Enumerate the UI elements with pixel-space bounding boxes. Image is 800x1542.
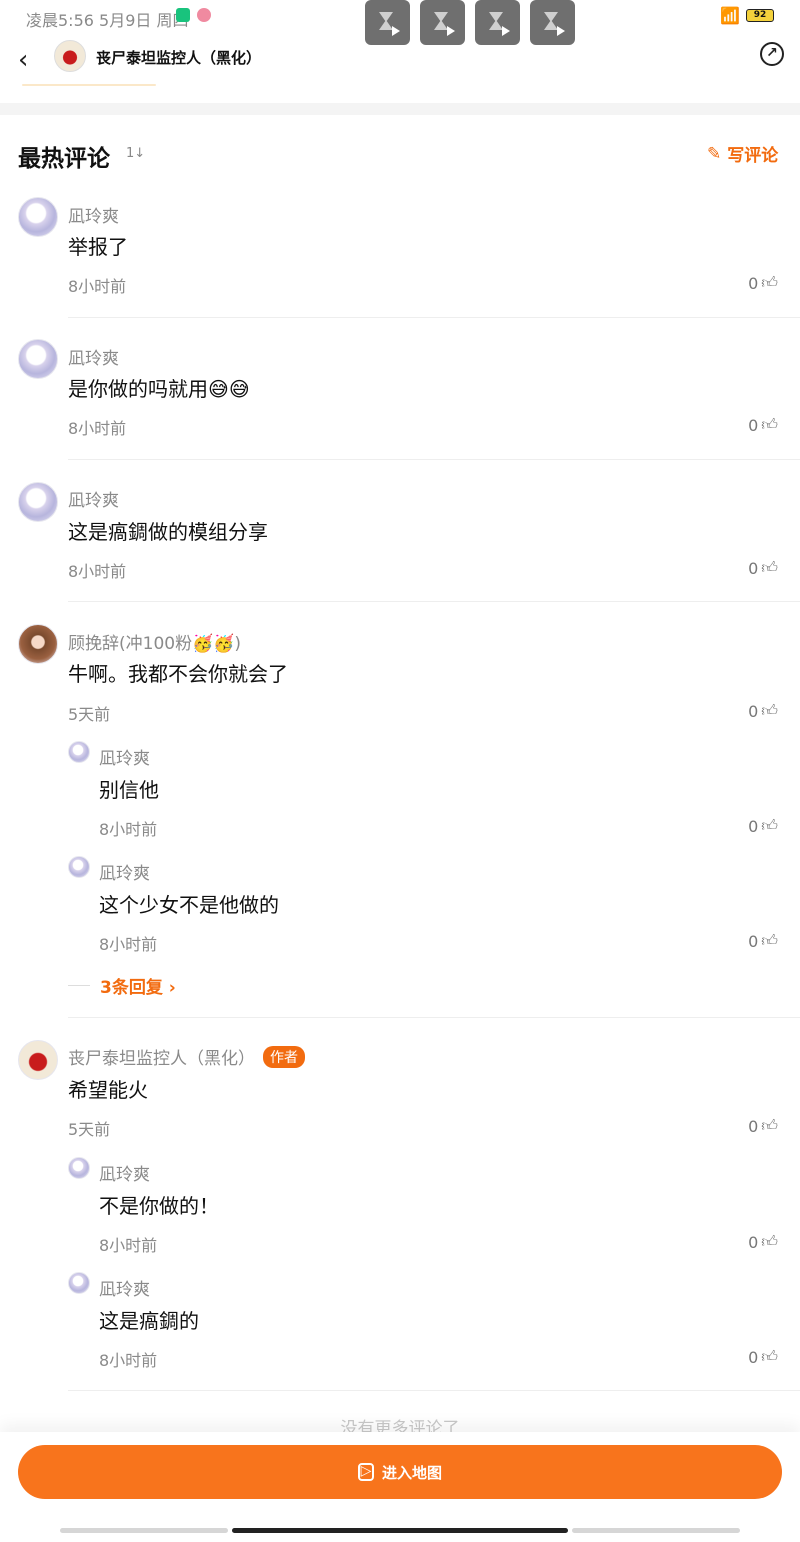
avatar[interactable] bbox=[68, 1272, 90, 1294]
reply-username[interactable]: 凪玲爽 bbox=[99, 1275, 150, 1300]
comment-time: 8小时前 bbox=[68, 277, 127, 296]
like-count: 0 bbox=[748, 1116, 759, 1136]
like-button[interactable]: 0 👍︎ bbox=[748, 931, 778, 951]
thumbs-up-icon: 👍︎ bbox=[761, 931, 778, 950]
reply-time: 8小时前 bbox=[99, 1351, 158, 1370]
author-badge: 作者 bbox=[263, 1046, 305, 1068]
divider bbox=[68, 985, 90, 986]
comment-username[interactable]: 顾挽辞(冲100粉🥳🥳) bbox=[68, 629, 241, 654]
like-button[interactable]: 0 👍︎ bbox=[748, 816, 778, 836]
thumbs-up-icon: 👍︎ bbox=[761, 816, 778, 835]
enter-map-button[interactable]: ▷ 进入地图 bbox=[18, 1445, 782, 1499]
gesture-bar-center[interactable] bbox=[232, 1528, 568, 1533]
avatar[interactable] bbox=[68, 1157, 90, 1179]
reply-username[interactable]: 凪玲爽 bbox=[99, 1160, 150, 1185]
comment-text: 这是瘑錭做的模组分享 bbox=[68, 520, 268, 544]
comment-username[interactable]: 凪玲爽 bbox=[68, 344, 119, 369]
gesture-bar-right bbox=[572, 1528, 740, 1533]
reply-text: 别信他 bbox=[99, 778, 159, 802]
divider bbox=[68, 459, 800, 460]
divider bbox=[68, 601, 800, 602]
divider bbox=[68, 1017, 800, 1018]
like-button[interactable]: 0 👍︎ bbox=[748, 558, 778, 578]
reply-text: 这是瘑錭的 bbox=[99, 1309, 199, 1333]
avatar[interactable] bbox=[18, 339, 58, 379]
like-button[interactable]: 0 👍︎ bbox=[748, 1116, 778, 1136]
comment-time: 8小时前 bbox=[68, 562, 127, 581]
more-replies-link[interactable]: 3条回复 › bbox=[68, 973, 176, 998]
comment-text: 是你做的吗就用😅😅 bbox=[68, 377, 250, 401]
comment-time: 8小时前 bbox=[68, 419, 127, 438]
battery-icon: 92 bbox=[746, 9, 774, 22]
thumbs-up-icon: 👍︎ bbox=[761, 1116, 778, 1135]
like-count: 0 bbox=[748, 558, 759, 578]
page-title: 丧尸泰坦监控人（黑化） bbox=[96, 49, 262, 67]
write-comment-label: 写评论 bbox=[727, 146, 779, 166]
wifi-icon: 📶 bbox=[720, 6, 740, 25]
comment-time: 5天前 bbox=[68, 1120, 111, 1139]
reply-username[interactable]: 凪玲爽 bbox=[99, 744, 150, 769]
comment-text: 牛啊。我都不会你就会了 bbox=[68, 662, 288, 686]
thumbs-up-icon: 👍︎ bbox=[761, 558, 778, 577]
reply-text: 这个少女不是他做的 bbox=[99, 893, 279, 917]
divider bbox=[68, 317, 800, 318]
gesture-bar-left bbox=[60, 1528, 228, 1533]
more-replies-label: 3条回复 › bbox=[100, 978, 176, 998]
like-button[interactable]: 0 👍︎ bbox=[748, 1232, 778, 1252]
write-comment-button[interactable]: ✎ 写评论 bbox=[707, 141, 779, 167]
comment-username: 丧尸泰坦监控人（黑化） 作者 bbox=[68, 1044, 305, 1069]
reply-time: 8小时前 bbox=[99, 820, 158, 839]
reply-text: 不是你做的！ bbox=[99, 1194, 219, 1218]
section-separator bbox=[0, 103, 800, 115]
enter-map-label: 进入地图 bbox=[381, 1463, 442, 1482]
thumbs-up-icon: 👍︎ bbox=[761, 1232, 778, 1251]
divider bbox=[22, 84, 156, 86]
divider bbox=[68, 1390, 800, 1391]
like-button[interactable]: 0 👍︎ bbox=[748, 701, 778, 721]
comment-time: 5天前 bbox=[68, 705, 111, 724]
avatar[interactable] bbox=[18, 482, 58, 522]
avatar[interactable] bbox=[54, 40, 86, 72]
status-time: 凌晨5:56 5月9日 周四 bbox=[26, 11, 189, 30]
reply-time: 8小时前 bbox=[99, 1236, 158, 1255]
like-count: 0 bbox=[748, 415, 759, 435]
top-nav: ‹ 丧尸泰坦监控人（黑化） ↗ bbox=[0, 38, 800, 80]
thumbs-up-icon: 👍︎ bbox=[761, 273, 778, 292]
reply-username[interactable]: 凪玲爽 bbox=[99, 859, 150, 884]
avatar[interactable] bbox=[18, 624, 58, 664]
comment-text: 举报了 bbox=[68, 235, 128, 259]
like-count: 0 bbox=[748, 816, 759, 836]
back-icon[interactable]: ‹ bbox=[18, 45, 28, 75]
reply-time: 8小时前 bbox=[99, 935, 158, 954]
pen-icon: ✎ bbox=[707, 143, 722, 164]
like-count: 0 bbox=[748, 931, 759, 951]
app-notification-icon-2 bbox=[197, 8, 211, 22]
thumbs-up-icon: 👍︎ bbox=[761, 701, 778, 720]
avatar[interactable] bbox=[68, 856, 90, 878]
avatar[interactable] bbox=[18, 197, 58, 237]
like-count: 0 bbox=[748, 1347, 759, 1367]
gesture-bar bbox=[60, 1528, 740, 1533]
app-notification-icon bbox=[176, 8, 190, 22]
comment-username[interactable]: 凪玲爽 bbox=[68, 202, 119, 227]
comment-username[interactable]: 凪玲爽 bbox=[68, 486, 119, 511]
sort-icon[interactable]: 1↓ bbox=[126, 146, 145, 161]
section-title: 最热评论 bbox=[18, 146, 110, 172]
author-name[interactable]: 丧尸泰坦监控人（黑化） bbox=[68, 1049, 255, 1069]
like-button[interactable]: 0 👍︎ bbox=[748, 415, 778, 435]
avatar[interactable] bbox=[18, 1040, 58, 1080]
like-button[interactable]: 0 👍︎ bbox=[748, 273, 778, 293]
thumbs-up-icon: 👍︎ bbox=[761, 415, 778, 434]
like-count: 0 bbox=[748, 273, 759, 293]
comment-text: 希望能火 bbox=[68, 1078, 148, 1102]
play-icon: ▷ bbox=[357, 1463, 374, 1481]
share-icon[interactable]: ↗ bbox=[760, 42, 784, 66]
like-count: 0 bbox=[748, 1232, 759, 1252]
like-button[interactable]: 0 👍︎ bbox=[748, 1347, 778, 1367]
thumbs-up-icon: 👍︎ bbox=[761, 1347, 778, 1366]
avatar[interactable] bbox=[68, 741, 90, 763]
like-count: 0 bbox=[748, 701, 759, 721]
